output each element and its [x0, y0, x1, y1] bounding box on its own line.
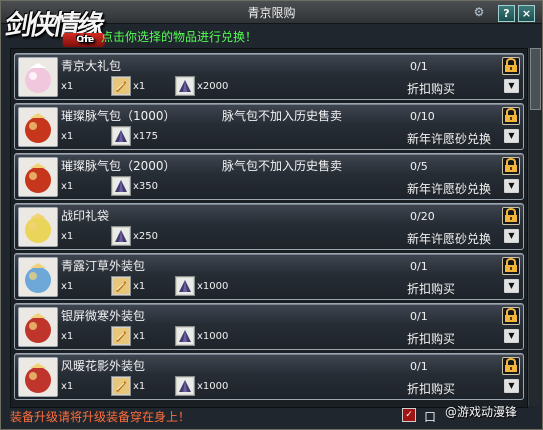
- scrollbar[interactable]: [528, 48, 541, 406]
- cost-quantity: x1: [61, 281, 74, 292]
- item-row[interactable]: 璀璨脉气包（1000） 脉气包不加入历史售卖 x1 x175 0/10 新年许愿砂兑换 ▼: [14, 103, 524, 150]
- cone-icon[interactable]: [111, 176, 131, 196]
- item-icon[interactable]: [18, 157, 58, 197]
- feather-icon[interactable]: [111, 326, 131, 346]
- item-row[interactable]: 青京大礼包 x1 x1 x2000 0/1 折扣购买 ▼: [14, 53, 524, 100]
- purchase-limit: 0/1: [410, 260, 428, 273]
- item-icon[interactable]: [18, 107, 58, 147]
- cone-icon[interactable]: [175, 376, 195, 396]
- cost-quantity: x175: [133, 131, 159, 142]
- cone-icon[interactable]: [175, 76, 195, 96]
- dropdown-button[interactable]: ▼: [504, 79, 519, 93]
- dropdown-button[interactable]: ▼: [504, 279, 519, 293]
- item-name: 璀璨脉气包（1000）: [61, 109, 176, 123]
- chain-icon: ⚙: [473, 5, 485, 19]
- logo-online-badge: Online: [62, 33, 105, 47]
- dropdown-button[interactable]: ▼: [504, 129, 519, 143]
- scrollbar-thumb[interactable]: [530, 48, 541, 110]
- item-name: 战印礼袋: [61, 209, 110, 223]
- watermark: @游戏动漫锋: [445, 405, 518, 419]
- purchase-limit: 0/1: [410, 60, 428, 73]
- item-icon[interactable]: [18, 257, 58, 297]
- item-icon[interactable]: [18, 357, 58, 397]
- cost-quantity: x1: [61, 181, 74, 192]
- item-row[interactable]: 青露汀草外装包 x1 x1 x1000 0/1 折扣购买 ▼: [14, 253, 524, 300]
- item-icon[interactable]: [18, 207, 58, 247]
- lock-icon[interactable]: [502, 57, 520, 75]
- purchase-limit: 0/5: [410, 160, 428, 173]
- item-name: 银屏微寒外装包: [61, 309, 146, 323]
- purchase-limit: 0/1: [410, 310, 428, 323]
- cost-quantity: x1: [61, 231, 74, 242]
- cost-quantity: x1: [61, 81, 74, 92]
- purchase-type: 新年许愿砂兑换: [407, 182, 492, 196]
- dropdown-button[interactable]: ▼: [504, 329, 519, 343]
- cost-quantity: x1: [61, 381, 74, 392]
- cost-quantity: x1: [133, 331, 146, 342]
- purchase-limit: 0/1: [410, 360, 428, 373]
- cost-quantity: x350: [133, 181, 159, 192]
- item-name: 青京大礼包: [61, 59, 122, 73]
- cone-icon[interactable]: [111, 226, 131, 246]
- cost-quantity: x1: [133, 381, 146, 392]
- footer-warning: 装备升级请将升级装备穿在身上！: [10, 410, 191, 424]
- lock-icon[interactable]: [502, 307, 520, 325]
- cost-quantity: x1: [133, 281, 146, 292]
- purchase-type: 折扣购买: [407, 82, 456, 96]
- item-row[interactable]: 璀璨脉气包（2000） 脉气包不加入历史售卖 x1 x350 0/5 新年许愿砂兑换 ▼: [14, 153, 524, 200]
- shop-window: 青京限购 ⚙ ? × 剑侠情缘 Online 点击你选择的物品进行兑换！ 青京大…: [0, 0, 543, 430]
- cost-quantity: x1: [61, 331, 74, 342]
- help-button[interactable]: ?: [498, 5, 515, 22]
- feather-icon[interactable]: [111, 76, 131, 96]
- cost-quantity: x250: [133, 231, 159, 242]
- item-note: 脉气包不加入历史售卖: [222, 109, 343, 123]
- lock-icon[interactable]: [502, 357, 520, 375]
- feather-icon[interactable]: [111, 276, 131, 296]
- cost-quantity: x1: [133, 81, 146, 92]
- lock-icon[interactable]: [502, 157, 520, 175]
- purchase-type: 折扣购买: [407, 332, 456, 346]
- dropdown-button[interactable]: ▼: [504, 379, 519, 393]
- purchase-type: 折扣购买: [407, 282, 456, 296]
- purchase-limit: 0/10: [410, 110, 435, 123]
- close-button[interactable]: ×: [518, 5, 535, 22]
- lock-icon[interactable]: [502, 257, 520, 275]
- cost-quantity: x1000: [197, 381, 229, 392]
- purchase-limit: 0/20: [410, 210, 435, 223]
- instruction-text: 点击你选择的物品进行兑换！: [101, 30, 258, 44]
- checkbox-label: 口: [424, 410, 437, 424]
- cost-quantity: x1000: [197, 331, 229, 342]
- item-name: 璀璨脉气包（2000）: [61, 159, 176, 173]
- cone-icon[interactable]: [175, 326, 195, 346]
- item-list: 青京大礼包 x1 x1 x2000 0/1 折扣购买 ▼ 璀璨脉气包（1000） 脉气包不加入历…: [10, 48, 528, 408]
- cost-quantity: x2000: [197, 81, 229, 92]
- item-icon[interactable]: [18, 57, 58, 97]
- item-name: 风暖花影外装包: [61, 359, 146, 373]
- purchase-type: 新年许愿砂兑换: [407, 132, 492, 146]
- dropdown-button[interactable]: ▼: [504, 229, 519, 243]
- feather-icon[interactable]: [111, 376, 131, 396]
- cone-icon[interactable]: [175, 276, 195, 296]
- item-row[interactable]: 银屏微寒外装包 x1 x1 x1000 0/1 折扣购买 ▼: [14, 303, 524, 350]
- lock-icon[interactable]: [502, 107, 520, 125]
- purchase-type: 折扣购买: [407, 382, 456, 396]
- checkbox[interactable]: ✓: [402, 408, 416, 422]
- lock-icon[interactable]: [502, 207, 520, 225]
- cost-quantity: x1: [61, 131, 74, 142]
- cone-icon[interactable]: [111, 126, 131, 146]
- item-name: 青露汀草外装包: [61, 259, 146, 273]
- item-row[interactable]: 战印礼袋 x1 x250 0/20 新年许愿砂兑换 ▼: [14, 203, 524, 250]
- item-note: 脉气包不加入历史售卖: [222, 159, 343, 173]
- cost-quantity: x1000: [197, 281, 229, 292]
- dropdown-button[interactable]: ▼: [504, 179, 519, 193]
- item-row[interactable]: 风暖花影外装包 x1 x1 x1000 0/1 折扣购买 ▼: [14, 353, 524, 400]
- item-icon[interactable]: [18, 307, 58, 347]
- purchase-type: 新年许愿砂兑换: [407, 232, 492, 246]
